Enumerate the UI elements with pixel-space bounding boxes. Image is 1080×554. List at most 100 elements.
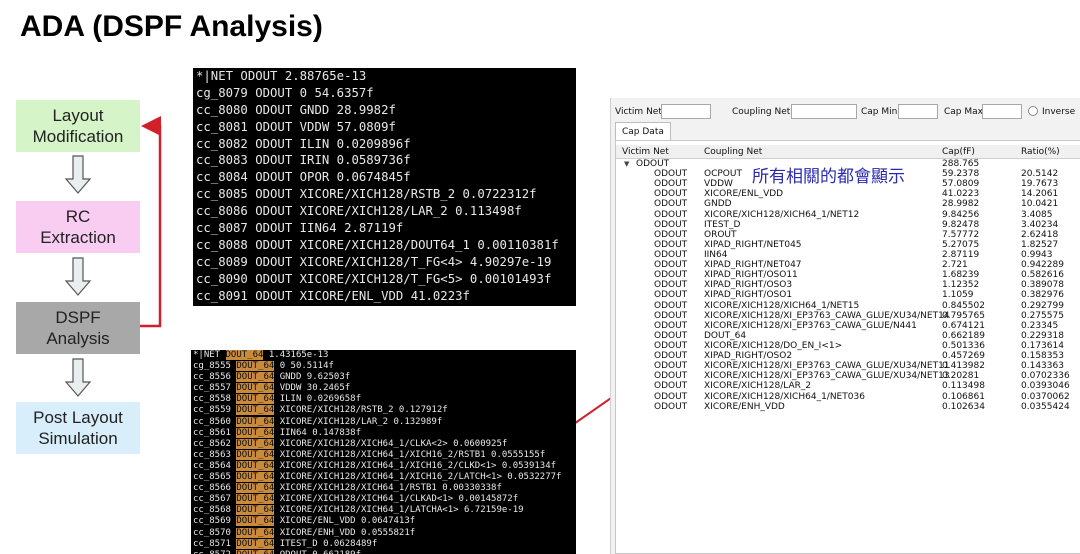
ratio-cell: 0.23345	[1021, 320, 1059, 331]
coupling-net-cell: VDDW	[704, 179, 733, 190]
coupling-net-input[interactable]	[791, 104, 857, 119]
column-header-cap[interactable]: Cap(fF)	[942, 147, 975, 157]
table-row[interactable]: ODOUT GNDD 28.9982 10.0421	[616, 199, 1080, 209]
element-id: cc_8556	[193, 372, 231, 383]
column-header-ratio[interactable]: Ratio(%)	[1021, 147, 1060, 157]
dspf-line: cg_8555 DOUT_64 0 50.5114f	[193, 361, 576, 372]
dspf-line: *|NET ODOUT 2.88765e-13	[196, 69, 367, 83]
victim-net-cell: ODOUT	[654, 169, 688, 180]
coupling-value: XICORE/XICH128/XICH64_1/XICH16_2/RSTB1 0…	[274, 449, 546, 460]
net-name-highlight: DOUT_64	[236, 505, 275, 516]
victim-net-cell: ODOUT	[654, 209, 688, 220]
ratio-cell: 0.9943	[1021, 249, 1053, 260]
dspf-line: cc_8560 DOUT_64 XICORE/XICH128/LAR_2 0.1…	[193, 416, 576, 428]
table-row[interactable]: ODOUT XICORE/XICH128/XICH64_1/NET15 0.8455…	[616, 301, 1080, 311]
element-id: cc_8569	[193, 516, 231, 527]
table-row[interactable]: ODOUT XICORE/XICH128/XICH64_1/NET12 9.8425…	[616, 210, 1080, 220]
filter-toolbar: Victim Net: Coupling Net: Cap Min: Cap M…	[611, 98, 1080, 124]
table-row[interactable]: ODOUT XICORE/XICH128/DO_EN_I<1> 0.501336 0.…	[616, 341, 1080, 351]
dspf-line: cc_8565 DOUT_64 XICORE/XICH128/XICH64_1/…	[193, 472, 576, 483]
column-header-coupling-net[interactable]: Coupling Net	[704, 147, 762, 157]
ratio-cell: 0.0393046	[1021, 381, 1070, 392]
coupling-value: ODOUT 0.662189f	[274, 550, 361, 554]
net-name-highlight: DOUT_64	[236, 416, 275, 427]
table-row[interactable]: ODOUT XICORE/ENH_VDD 0.102634 0.0355424	[616, 402, 1080, 412]
ratio-cell: 20.5142	[1021, 169, 1059, 180]
cap-min-input[interactable]	[898, 104, 938, 119]
ratio-cell: 0.292799	[1021, 300, 1064, 311]
victim-net-cell: ODOUT	[654, 239, 688, 250]
victim-net-input[interactable]	[661, 104, 711, 119]
dspf-line: cc_8569 DOUT_64 XICORE/ENL_VDD 0.0647413…	[193, 516, 576, 527]
element-id: cc_8572	[193, 550, 231, 554]
table-row[interactable]: ODOUT XIPAD_RIGHT/OSO1 1.1059 0.382976	[616, 290, 1080, 300]
element-id: cc_8567	[193, 494, 231, 505]
victim-net-label: Victim Net:	[615, 107, 665, 117]
table-row[interactable]: ODOUT DOUT_64 0.662189 0.229318	[616, 331, 1080, 341]
dspf-line: cc_8080 ODOUT GNDD 28.9982f	[196, 102, 396, 117]
cap-cell: 2.721	[942, 260, 968, 271]
element-id: cc_8563	[193, 449, 231, 460]
group-cap: 288.765	[942, 159, 980, 169]
dspf-line: cc_8081 ODOUT VDDW 57.0809f	[196, 119, 396, 134]
cap-max-label: Cap Max:	[944, 107, 987, 117]
triangle-down-icon[interactable]: ▼	[624, 159, 629, 169]
coupling-value: XICORE/XICH128/XICH64_1/XICH16_2/LATCH<1…	[274, 472, 562, 483]
ratio-cell: 0.582616	[1021, 270, 1064, 281]
dspf-line: cc_8571 DOUT_64 ITEST_D 0.0628489f	[193, 538, 576, 550]
coupling-value: XICORE/ENH_VDD 0.0555821f	[274, 527, 416, 538]
dspf-line: cc_8091 ODOUT XICORE/ENL_VDD 41.0223f	[196, 288, 470, 303]
victim-net-cell: ODOUT	[654, 270, 688, 281]
column-header-victim-net[interactable]: Victim Net	[622, 147, 669, 157]
ratio-cell: 0.275575	[1021, 310, 1064, 321]
table-row[interactable]: ODOUT XIPAD_RIGHT/NET045 5.27075 1.82527	[616, 240, 1080, 250]
coupling-value: ITEST_D 0.0628489f	[274, 538, 378, 549]
victim-net-cell: ODOUT	[654, 229, 688, 240]
element-id: cc_8565	[193, 472, 231, 483]
element-id: cc_8571	[193, 538, 231, 549]
dspf-line: cc_8086 ODOUT XICORE/XICH128/LAR_2 0.113…	[196, 204, 522, 219]
cap-cell: 1.68239	[942, 270, 980, 281]
table-row[interactable]: ODOUT XICORE/XICH128/XICH64_1/NET036 0.106…	[616, 392, 1080, 402]
table-row[interactable]: ODOUT XICORE/XICH128/XI_EP3763_CAWA_GLUE/…	[616, 311, 1080, 321]
tab-cap-data[interactable]: Cap Data	[615, 122, 671, 141]
cap-cell: 0.413982	[942, 361, 985, 372]
table-row[interactable]: ODOUT OROUT 7.57772 2.62418	[616, 230, 1080, 240]
ratio-cell: 19.7673	[1021, 179, 1059, 190]
ratio-cell: 0.229318	[1021, 330, 1064, 341]
coupling-net-cell: XIPAD_RIGHT/OSO11	[704, 270, 798, 281]
cap-cell: 0.845502	[942, 300, 985, 311]
cap-cell: 1.12352	[942, 280, 980, 291]
victim-net-cell: ODOUT	[654, 189, 688, 200]
ratio-cell: 10.0421	[1021, 199, 1059, 210]
ratio-cell: 14.2061	[1021, 189, 1059, 200]
net-header-prefix: *|NET	[193, 350, 226, 360]
table-row[interactable]: ODOUT XIPAD_RIGHT/NET047 2.721 0.942289	[616, 260, 1080, 270]
cap-cell: 28.9982	[942, 199, 980, 210]
coupling-value: IIN64 0.147838f	[274, 427, 361, 438]
net-name-highlight: DOUT_64	[236, 549, 275, 554]
victim-net-cell: ODOUT	[654, 391, 688, 402]
victim-net-cell: ODOUT	[654, 179, 688, 190]
table-row[interactable]: ODOUT XIPAD_RIGHT/OSO3 1.12352 0.389078	[616, 280, 1080, 290]
dspf-line: cc_8557 DOUT_64 VDDW 30.2465f	[193, 383, 576, 394]
table-row[interactable]: ODOUT XICORE/XICH128/XI_EP3763_CAWA_GLUE/…	[616, 361, 1080, 371]
table-row[interactable]: ODOUT XICORE/ENL_VDD 41.0223 14.2061	[616, 189, 1080, 199]
coupling-value: 0 50.5114f	[274, 361, 334, 372]
cap-max-input[interactable]	[982, 104, 1022, 119]
table-row[interactable]: ODOUT XIPAD_RIGHT/OSO2 0.457269 0.158353	[616, 351, 1080, 361]
coupling-value: XICORE/XICH128/XICH64_1/LATCHA<1> 6.7215…	[274, 505, 524, 516]
table-row[interactable]: ODOUT XICORE/XICH128/XI_EP3763_CAWA_GLUE/…	[616, 321, 1080, 331]
net-name-highlight: DOUT_64	[236, 405, 275, 416]
table-row[interactable]: ODOUT XICORE/XICH128/LAR_2 0.113498 0.03930…	[616, 381, 1080, 391]
table-row[interactable]: ODOUT XICORE/XICH128/XI_EP3763_CAWA_GLUE/…	[616, 371, 1080, 381]
table-row[interactable]: ODOUT IIN64 2.87119 0.9943	[616, 250, 1080, 260]
cap-data-table: Victim Net Coupling Net Cap(fF) Ratio(%)…	[615, 140, 1080, 554]
table-row[interactable]: ODOUT ITEST_D 9.82478 3.40234	[616, 220, 1080, 230]
inverse-radio[interactable]	[1028, 106, 1038, 116]
coupling-net-cell: XICORE/XICH128/XI_EP3763_CAWA_GLUE/N441	[704, 320, 917, 331]
cap-cell: 41.0223	[942, 189, 980, 200]
table-row[interactable]: ODOUT XIPAD_RIGHT/OSO11 1.68239 0.582616	[616, 270, 1080, 280]
victim-net-cell: ODOUT	[654, 381, 688, 392]
group-victim-net: ODOUT	[636, 159, 670, 169]
